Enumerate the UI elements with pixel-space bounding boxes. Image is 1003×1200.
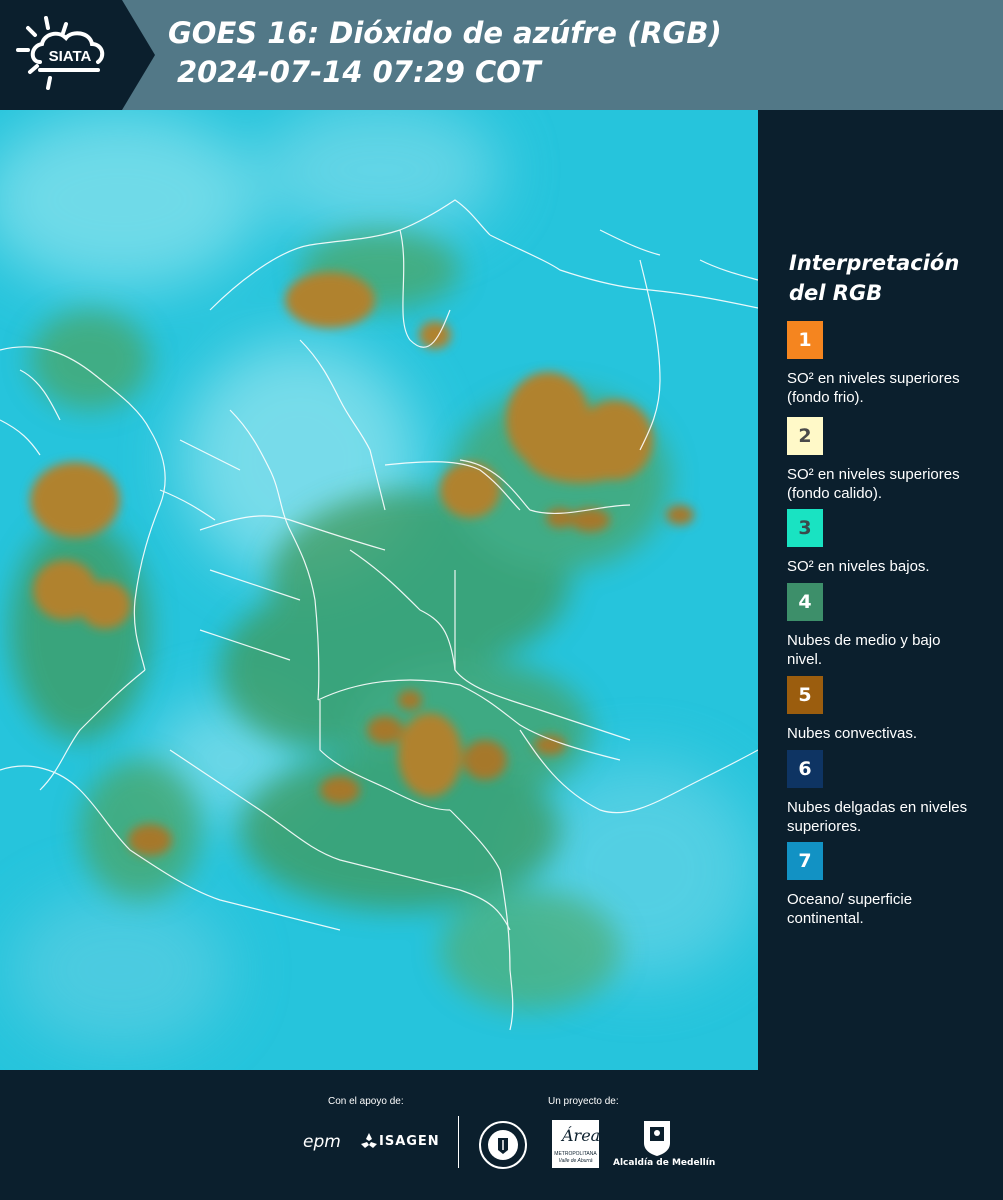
page-timestamp: 2024-07-14 07:29 COT [177, 55, 541, 89]
legend-item-7: 7 Oceano/ superficie continental. [787, 842, 997, 928]
legend-label-4: Nubes de medio y bajo nivel. [787, 632, 941, 668]
isagen-logo: ISAGEN [379, 1134, 440, 1149]
legend-swatch-6: 6 [787, 750, 823, 788]
area-logo-subtext: METROPOLITANA [554, 1151, 597, 1157]
area-logo-text: Área [562, 1126, 601, 1145]
alcaldia-logo-text: Alcaldía de Medellín [613, 1158, 716, 1168]
legend-label-6: Nubes delgadas en niveles superiores. [787, 799, 968, 835]
legend-label-1: SO² en niveles superiores (fondo frio). [787, 370, 960, 406]
project-label: Un proyecto de: [548, 1096, 619, 1107]
satellite-map [0, 110, 758, 1070]
legend-item-2: 2 SO² en niveles superiores (fondo calid… [787, 417, 997, 503]
legend-title-line1: Interpretación [789, 251, 960, 275]
legend-label-7: Oceano/ superficie continental. [787, 891, 913, 927]
legend-item-3: 3 SO² en niveles bajos. [787, 509, 997, 576]
support-label: Con el apoyo de: [328, 1096, 404, 1107]
legend-title-line2: del RGB [789, 281, 883, 305]
alcaldia-shield-icon [644, 1121, 670, 1156]
area-logo-subtext2: Valle de Aburrá [558, 1158, 593, 1164]
header-bar: SIATA GOES 16: Dióxido de azúfre (RGB) 2… [0, 0, 1003, 110]
page-title: GOES 16: Dióxido de azúfre (RGB) [168, 16, 722, 50]
siata-logo-text: SIATA [49, 48, 92, 65]
legend-item-6: 6 Nubes delgadas en niveles superiores. [787, 750, 997, 836]
footer: Con el apoyo de: Un proyecto de: epm ISA… [0, 1070, 1003, 1200]
legend-swatch-7: 7 [787, 842, 823, 880]
legend-swatch-4: 4 [787, 583, 823, 621]
satellite-image [0, 110, 758, 1070]
legend-title: Interpretación del RGB [789, 248, 989, 308]
legend-panel: Interpretación del RGB 1 SO² en niveles … [758, 110, 1003, 1070]
legend-swatch-2: 2 [787, 417, 823, 455]
legend-item-5: 5 Nubes convectivas. [787, 676, 997, 743]
siata-logo-icon: SIATA [0, 0, 155, 110]
legend-label-5: Nubes convectivas. [787, 725, 918, 742]
footer-divider [458, 1116, 459, 1168]
area-metropolitana-logo: Área METROPOLITANA Valle de Aburrá [552, 1120, 601, 1168]
legend-swatch-3: 3 [787, 509, 823, 547]
siata-logo: SIATA [0, 0, 155, 110]
epm-logo: epm [303, 1132, 341, 1152]
isagen-logo-icon [361, 1133, 377, 1148]
legend-item-1: 1 SO² en niveles superiores (fondo frio)… [787, 321, 997, 407]
medellin-seal-icon [479, 1121, 527, 1169]
legend-label-3: SO² en niveles bajos. [787, 558, 930, 575]
legend-item-4: 4 Nubes de medio y bajo nivel. [787, 583, 997, 669]
legend-swatch-5: 5 [787, 676, 823, 714]
legend-swatch-1: 1 [787, 321, 823, 359]
legend-label-2: SO² en niveles superiores (fondo calido)… [787, 466, 960, 502]
